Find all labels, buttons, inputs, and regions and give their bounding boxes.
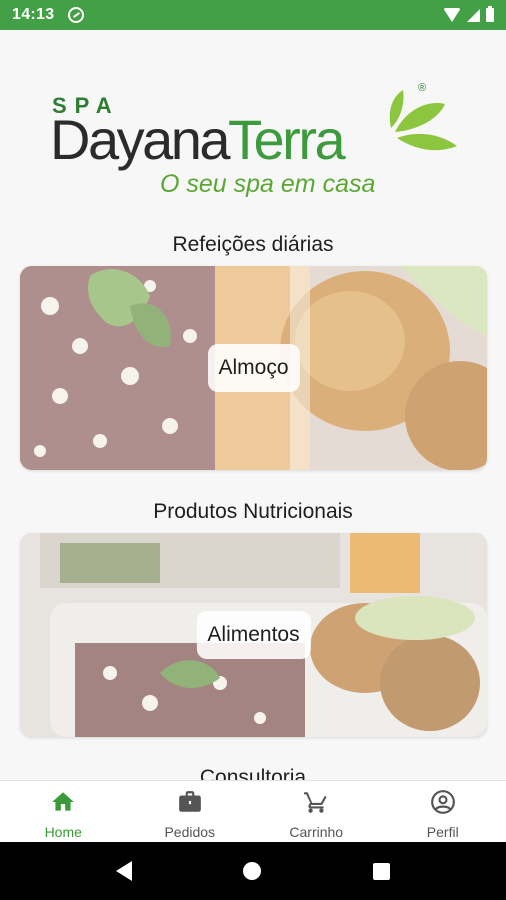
logo-tagline: O seu spa em casa [160, 170, 376, 198]
home-circle-icon[interactable] [243, 862, 262, 880]
wifi-icon [443, 8, 461, 22]
nav-label-perfil: Perfil [426, 824, 459, 840]
card-almoco[interactable]: Almoço [20, 266, 487, 470]
section-title-produtos: Produtos Nutricionais [153, 500, 353, 523]
logo-name: DayanaTerra [50, 112, 346, 168]
brand-logo: SPA DayanaTerra ® O seu spa em casa [50, 82, 460, 220]
card-label-almoco: Almoço [207, 344, 300, 392]
nav-label-pedidos: Pedidos [164, 824, 216, 840]
card-alimentos[interactable]: Alimentos [20, 533, 487, 737]
back-icon[interactable] [115, 861, 132, 881]
section-title-refeicoes: Refeições diárias [172, 233, 334, 256]
recents-icon[interactable] [373, 862, 391, 880]
signal-icon [467, 8, 480, 22]
battery-icon [486, 6, 494, 22]
home-content[interactable]: SPA DayanaTerra ® O seu spa em casa Refe… [0, 30, 506, 780]
leaf-icon [389, 90, 457, 151]
card-label-alimentos: Alimentos [196, 611, 311, 659]
nav-item-perfil[interactable]: Perfil [380, 781, 506, 842]
status-icons [443, 6, 494, 22]
bottom-navigation: Home Pedidos Carrinho Perfil [0, 780, 506, 842]
status-time: 14:13 [12, 6, 55, 23]
nav-item-pedidos[interactable]: Pedidos [127, 781, 254, 842]
briefcase-icon [178, 791, 201, 812]
status-bar: 14:13 [0, 0, 506, 30]
cart-icon [304, 792, 327, 813]
nav-item-carrinho[interactable]: Carrinho [253, 781, 380, 842]
nav-item-home[interactable]: Home [0, 781, 127, 842]
logo-name-dayana: Dayana [50, 108, 231, 171]
home-icon [52, 792, 75, 811]
data-saver-icon [68, 7, 85, 23]
account-icon [430, 790, 455, 814]
system-navigation-bar [0, 842, 506, 900]
logo-name-terra: Terra [228, 108, 346, 171]
nav-label-carrinho: Carrinho [289, 824, 344, 840]
nav-label-home: Home [44, 824, 82, 840]
section-title-consultoria: Consultoria [199, 766, 307, 780]
